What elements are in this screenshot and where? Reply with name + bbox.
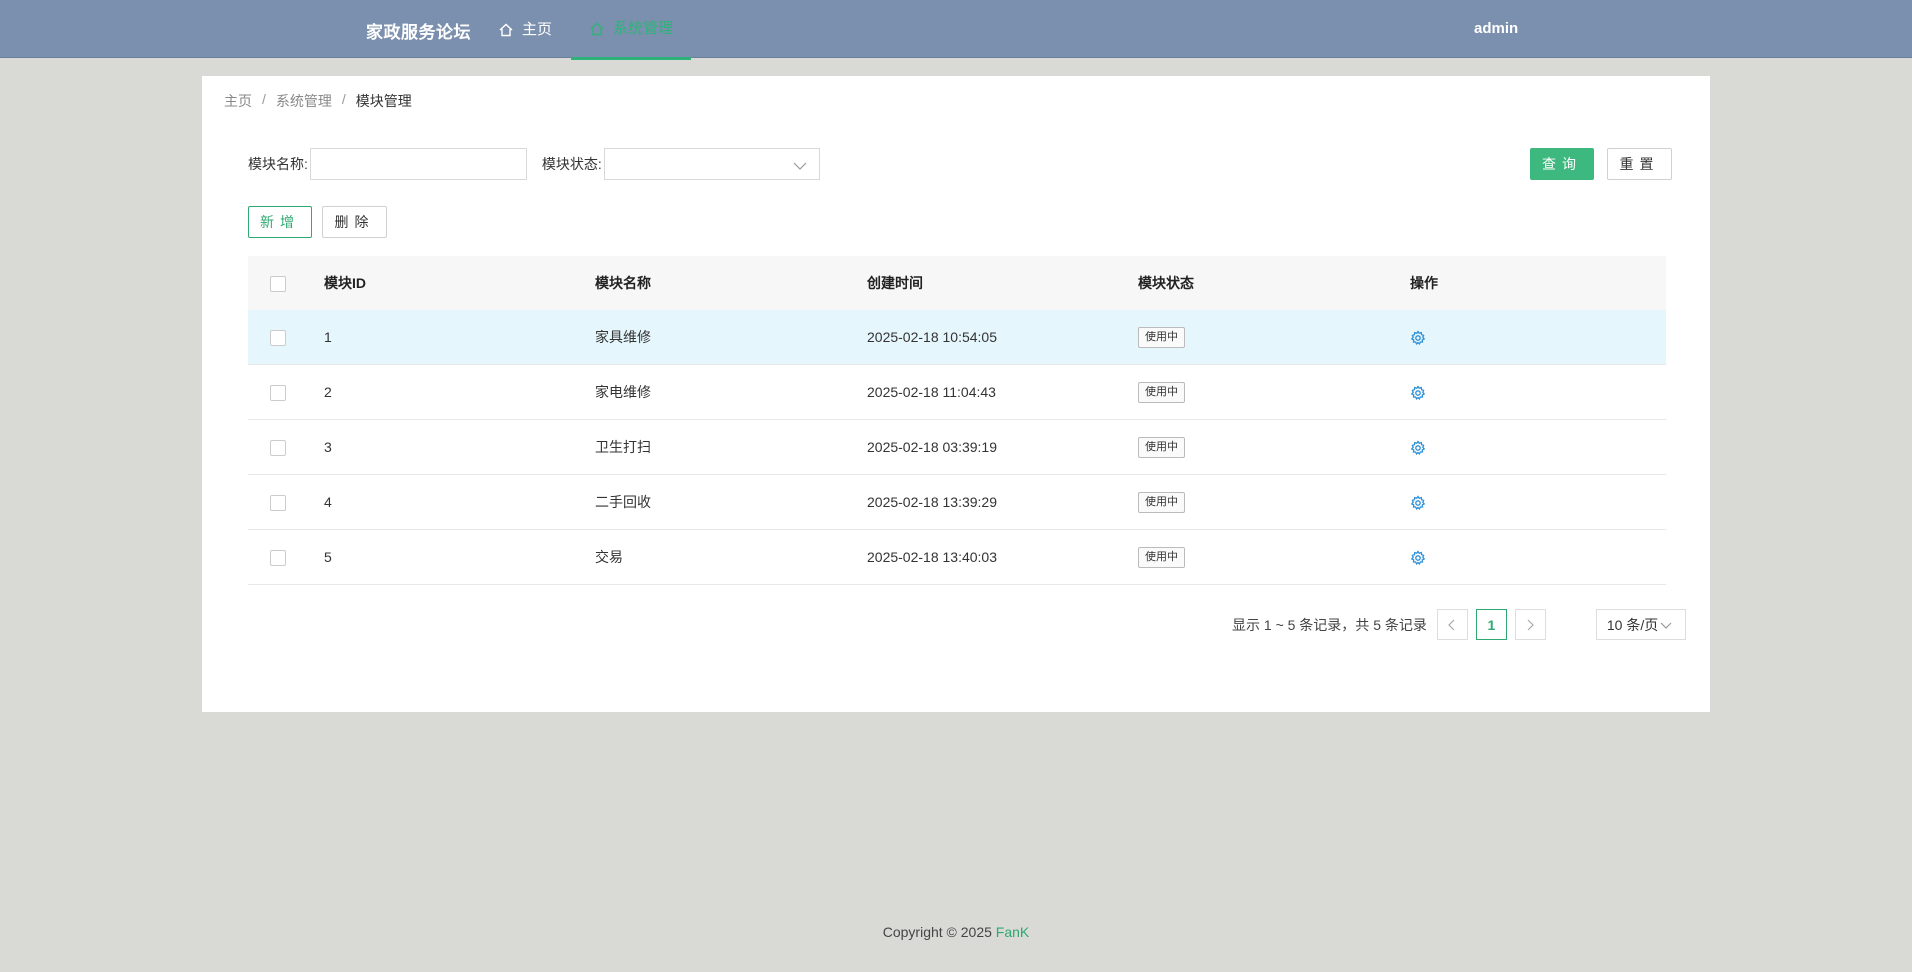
column-header: 模块名称 <box>595 275 651 291</box>
cell-name: 交易 <box>595 549 623 565</box>
site-title: 家政服务论坛 <box>366 23 471 42</box>
gear-icon[interactable] <box>1410 330 1426 346</box>
table-row[interactable]: 2 家电维修 2025-02-18 11:04:43 使用中 <box>248 365 1666 420</box>
query-button[interactable]: 查询 <box>1530 148 1594 180</box>
gear-icon[interactable] <box>1410 440 1426 456</box>
home-icon <box>499 23 513 37</box>
home-icon <box>590 22 604 35</box>
table-row[interactable]: 4 二手回收 2025-02-18 13:39:29 使用中 <box>248 475 1666 530</box>
column-header: 模块状态 <box>1138 275 1194 291</box>
user-menu[interactable]: admin <box>1474 20 1518 37</box>
status-badge: 使用中 <box>1138 326 1185 348</box>
copyright-text: Copyright © 2025 <box>882 924 996 940</box>
table-row[interactable]: 3 卫生打扫 2025-02-18 03:39:19 使用中 <box>248 420 1666 475</box>
gear-icon[interactable] <box>1410 495 1426 511</box>
module-status-select[interactable] <box>603 148 820 180</box>
column-header: 操作 <box>1410 275 1438 291</box>
status-badge: 使用中 <box>1138 491 1185 513</box>
breadcrumb-current: 模块管理 <box>355 93 412 109</box>
cell-id: 3 <box>324 439 332 455</box>
nav-system-label: 系统管理 <box>613 19 674 37</box>
breadcrumb-separator: / <box>341 91 346 107</box>
breadcrumb-home[interactable]: 主页 <box>224 91 252 111</box>
chevron-down-icon <box>1660 622 1672 629</box>
cell-id: 1 <box>324 329 332 345</box>
cell-created: 2025-02-18 03:39:19 <box>867 439 997 455</box>
table-row[interactable]: 5 交易 2025-02-18 13:40:03 使用中 <box>248 530 1666 585</box>
prev-page-button[interactable] <box>1436 609 1468 640</box>
chevron-right-icon <box>1527 619 1535 630</box>
top-navbar: 家政服务论坛 主页 系统管理 admin <box>0 0 1912 60</box>
module-table: 模块ID 模块名称 创建时间 模块状态 操作 1 家具维修 2025-02-18… <box>248 256 1666 585</box>
chevron-down-icon <box>793 162 807 170</box>
cell-name: 二手回收 <box>595 494 651 510</box>
table-row[interactable]: 1 家具维修 2025-02-18 10:54:05 使用中 <box>248 310 1666 365</box>
page-number-button[interactable]: 1 <box>1475 609 1507 640</box>
module-status-label: 模块状态: <box>541 156 602 172</box>
cell-created: 2025-02-18 11:04:43 <box>867 384 996 400</box>
search-form: 模块名称: 模块状态: <box>248 148 820 180</box>
status-badge: 使用中 <box>1138 436 1185 458</box>
row-checkbox[interactable] <box>270 549 286 566</box>
cell-created: 2025-02-18 10:54:05 <box>867 329 997 345</box>
row-checkbox[interactable] <box>270 439 286 456</box>
add-button[interactable]: 新增 <box>248 206 312 238</box>
breadcrumb: 主页 / 系统管理 / 模块管理 <box>224 91 412 111</box>
page-size-value: 10 条/页 <box>1606 616 1659 633</box>
cell-id: 5 <box>324 549 332 565</box>
breadcrumb-separator: / <box>262 91 266 107</box>
pagination: 显示 1 ~ 5 条记录，共 5 条记录 1 10 条/页 <box>1232 609 1686 640</box>
reset-button[interactable]: 重置 <box>1607 148 1672 180</box>
row-checkbox[interactable] <box>270 494 286 511</box>
breadcrumb-system[interactable]: 系统管理 <box>276 91 332 111</box>
table-header: 模块ID 模块名称 创建时间 模块状态 操作 <box>248 256 1666 310</box>
page-size-select[interactable]: 10 条/页 <box>1595 609 1686 640</box>
pagination-summary: 显示 1 ~ 5 条记录，共 5 条记录 <box>1232 616 1427 633</box>
row-checkbox[interactable] <box>270 329 286 346</box>
module-name-label: 模块名称: <box>248 156 308 172</box>
cell-created: 2025-02-18 13:39:29 <box>867 494 997 510</box>
gear-icon[interactable] <box>1410 550 1426 566</box>
chevron-left-icon <box>1448 619 1455 630</box>
footer: Copyright © 2025 FanK <box>0 924 1912 940</box>
status-badge: 使用中 <box>1138 381 1185 403</box>
nav-home-label: 主页 <box>522 21 553 38</box>
select-all-checkbox[interactable] <box>270 275 286 292</box>
module-name-input[interactable] <box>309 148 527 180</box>
cell-created: 2025-02-18 13:40:03 <box>867 549 997 565</box>
cell-name: 卫生打扫 <box>595 439 651 455</box>
cell-name: 家具维修 <box>595 329 651 345</box>
nav-system-management[interactable]: 系统管理 <box>571 0 691 60</box>
gear-icon[interactable] <box>1410 385 1426 401</box>
cell-name: 家电维修 <box>595 384 651 400</box>
delete-button[interactable]: 删除 <box>322 206 387 238</box>
author-link[interactable]: FanK <box>996 924 1029 940</box>
nav-home[interactable]: 主页 <box>480 0 570 60</box>
column-header: 创建时间 <box>867 275 923 291</box>
content-panel: 主页 / 系统管理 / 模块管理 模块名称: 模块状态: 查询 重置 新增 删除… <box>202 76 1710 712</box>
status-badge: 使用中 <box>1138 546 1185 568</box>
row-checkbox[interactable] <box>270 384 286 401</box>
next-page-button[interactable] <box>1514 609 1546 640</box>
column-header: 模块ID <box>324 275 366 291</box>
cell-id: 2 <box>324 384 332 400</box>
cell-id: 4 <box>324 494 332 510</box>
